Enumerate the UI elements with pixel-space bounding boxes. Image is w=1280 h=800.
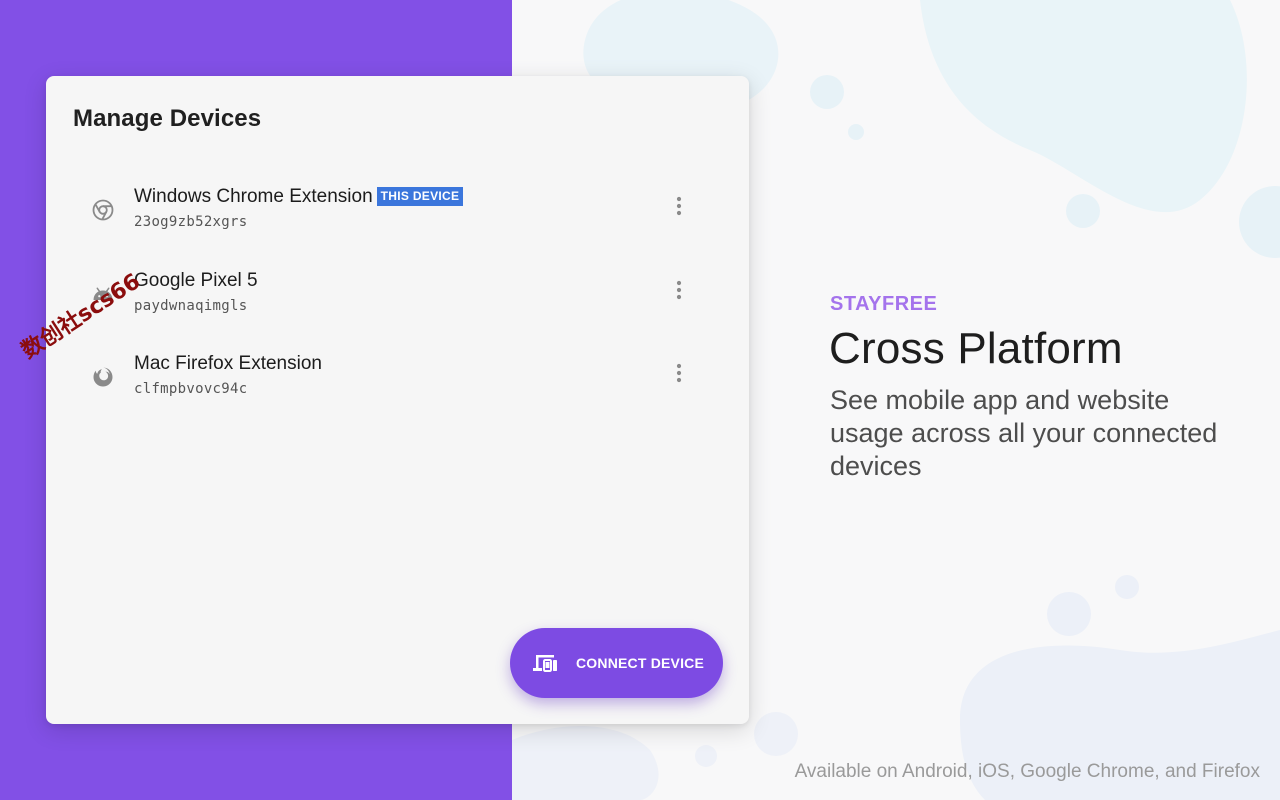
- card-title: Manage Devices: [73, 105, 262, 132]
- this-device-badge: THIS DEVICE: [376, 187, 464, 206]
- device-name: Mac Firefox Extension: [134, 353, 322, 374]
- more-vert-icon: [676, 363, 682, 383]
- hero-headline: Cross Platform: [829, 324, 1123, 373]
- more-vert-icon: [676, 280, 682, 299]
- device-row-windows-chrome[interactable]: Windows Chrome Extension THIS DEVICE 23og…: [46, 170, 749, 254]
- more-options-button[interactable]: [663, 190, 695, 222]
- brand-eyebrow: STAYFREE: [830, 293, 938, 315]
- connect-device-button[interactable]: CONNECT DEVICE: [510, 628, 723, 698]
- device-id: clfmpbvovc94c: [134, 381, 248, 397]
- device-list: Windows Chrome Extension THIS DEVICE 23og…: [46, 170, 749, 421]
- device-name: Windows Chrome Extension THIS DEVICE: [134, 186, 464, 208]
- chrome-icon: [92, 199, 114, 221]
- device-id: 23og9zb52xgrs: [134, 214, 248, 230]
- device-id: paydwnaqimgls: [134, 297, 248, 314]
- manage-devices-card: Manage Devices Windows Chrome Extension T…: [46, 76, 749, 724]
- availability-note: Available on Android, iOS, Google Chrome…: [794, 761, 1260, 782]
- devices-icon: [533, 655, 557, 672]
- device-name: Google Pixel 5: [134, 269, 258, 291]
- device-row-mac-firefox[interactable]: Mac Firefox Extension clfmpbvovc94c: [46, 337, 749, 421]
- more-vert-icon: [676, 196, 682, 216]
- device-row-google-pixel[interactable]: Google Pixel 5 paydwnaqimgls: [46, 254, 749, 338]
- more-options-button[interactable]: [663, 357, 695, 389]
- firefox-icon: [93, 367, 113, 387]
- more-options-button[interactable]: [663, 274, 695, 306]
- connect-device-label: CONNECT DEVICE: [576, 655, 705, 671]
- hero-subtext: See mobile app and website usage across …: [830, 385, 1218, 481]
